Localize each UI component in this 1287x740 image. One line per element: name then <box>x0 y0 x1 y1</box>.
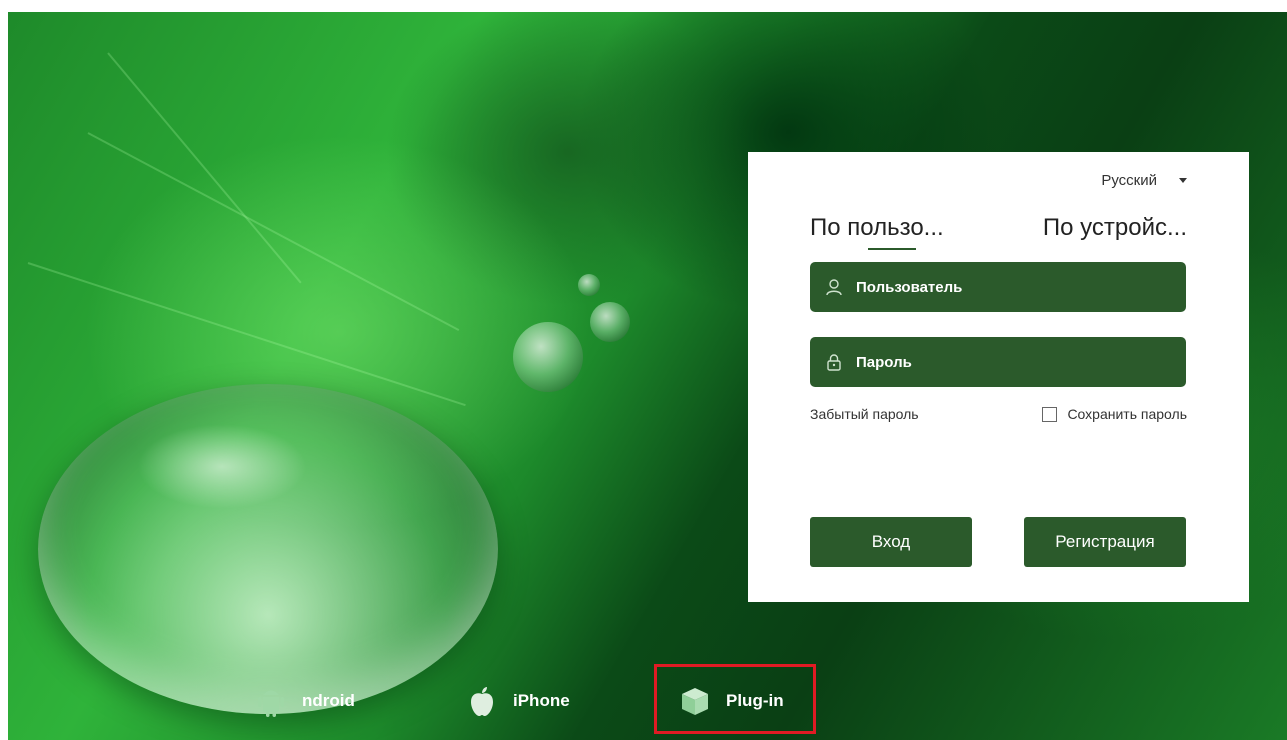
tab-by-device[interactable]: По устройс... <box>1043 214 1187 250</box>
iphone-label: iPhone <box>513 691 570 710</box>
language-label: Русский <box>1101 172 1157 189</box>
user-icon <box>824 277 844 297</box>
download-android[interactable]: ndroid <box>254 676 355 726</box>
save-password-option[interactable]: Сохранить пароль <box>1042 406 1187 422</box>
water-drop <box>513 322 583 392</box>
leaf-vein <box>107 52 302 284</box>
plugin-highlight-box <box>654 664 816 734</box>
forgot-password-link[interactable]: Забытый пароль <box>810 406 919 422</box>
password-field[interactable] <box>810 337 1186 387</box>
login-panel: Русский По пользо... По устройс... Забыт… <box>748 152 1249 602</box>
language-select[interactable]: Русский <box>1101 172 1187 189</box>
water-drop <box>578 274 600 296</box>
water-drop <box>38 384 498 714</box>
register-button[interactable]: Регистрация <box>1024 517 1186 567</box>
android-label: ndroid <box>302 691 355 710</box>
save-password-checkbox[interactable] <box>1042 406 1058 422</box>
tab-by-user[interactable]: По пользо... <box>810 214 944 250</box>
username-input[interactable] <box>854 277 1186 297</box>
chevron-down-icon <box>1179 178 1187 183</box>
android-icon <box>254 684 288 718</box>
login-options: Забытый пароль Сохранить пароль <box>810 406 1187 422</box>
water-drop <box>590 302 630 342</box>
save-password-label: Сохранить пароль <box>1067 406 1187 422</box>
apple-icon <box>465 684 499 718</box>
login-button[interactable]: Вход <box>810 517 972 567</box>
login-tabs: По пользо... По устройс... <box>810 214 1187 250</box>
lock-icon <box>824 352 844 372</box>
password-input[interactable] <box>854 352 1186 372</box>
username-field[interactable] <box>810 262 1186 312</box>
download-iphone[interactable]: iPhone <box>465 676 570 726</box>
